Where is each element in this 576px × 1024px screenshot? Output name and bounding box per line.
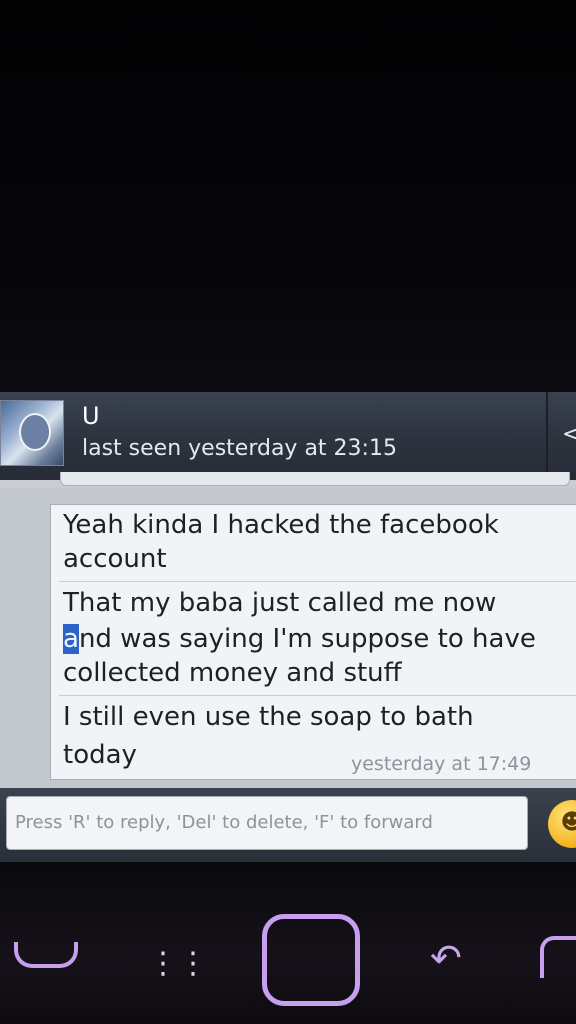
message-line: collected money and stuff — [63, 658, 402, 688]
header-menu-arrow-icon[interactable]: < — [562, 422, 576, 447]
message-divider — [59, 695, 576, 696]
message-line: account — [63, 544, 167, 574]
call-key-icon[interactable] — [14, 942, 78, 968]
message-bubble[interactable]: Yeah kinda I hacked the facebook account… — [50, 504, 576, 780]
last-seen-status: last seen yesterday at 23:15 — [82, 436, 397, 461]
hardware-keys-bar: ⋮⋮ ↶ — [0, 862, 576, 1024]
chat-header: U last seen yesterday at 23:15 < — [0, 392, 576, 480]
reply-input[interactable]: Press 'R' to reply, 'Del' to delete, 'F'… — [6, 796, 528, 850]
message-line: Yeah kinda I hacked the facebook — [63, 510, 499, 540]
avatar-photo — [19, 413, 51, 451]
end-call-key-icon[interactable] — [540, 936, 576, 978]
compose-bar: Press 'R' to reply, 'Del' to delete, 'F'… — [0, 788, 576, 862]
message-line: I still even use the soap to bath — [63, 702, 474, 732]
dark-bezel-top — [0, 0, 576, 392]
message-line: today — [63, 740, 137, 770]
smiley-emoji-icon[interactable]: ☻ — [548, 800, 576, 848]
message-line-rest: nd was saying I'm suppose to have — [78, 624, 536, 654]
contact-name: U — [82, 402, 100, 430]
previous-message-bubble — [60, 472, 570, 486]
contact-avatar[interactable] — [0, 400, 64, 466]
message-timestamp: yesterday at 17:49 — [351, 753, 532, 775]
message-list: Yeah kinda I hacked the facebook account… — [0, 488, 576, 788]
text-cursor: a — [63, 624, 79, 654]
back-key-icon[interactable]: ↶ — [430, 936, 462, 980]
message-line-with-cursor: and was saying I'm suppose to have — [63, 621, 536, 657]
blackberry-menu-icon[interactable]: ⋮⋮ — [148, 946, 208, 981]
message-line: That my baba just called me now — [63, 588, 497, 618]
message-divider — [59, 581, 576, 582]
header-divider — [546, 392, 548, 480]
home-key-icon[interactable] — [262, 914, 360, 1006]
chat-screen: U last seen yesterday at 23:15 < Yeah ki… — [0, 392, 576, 862]
